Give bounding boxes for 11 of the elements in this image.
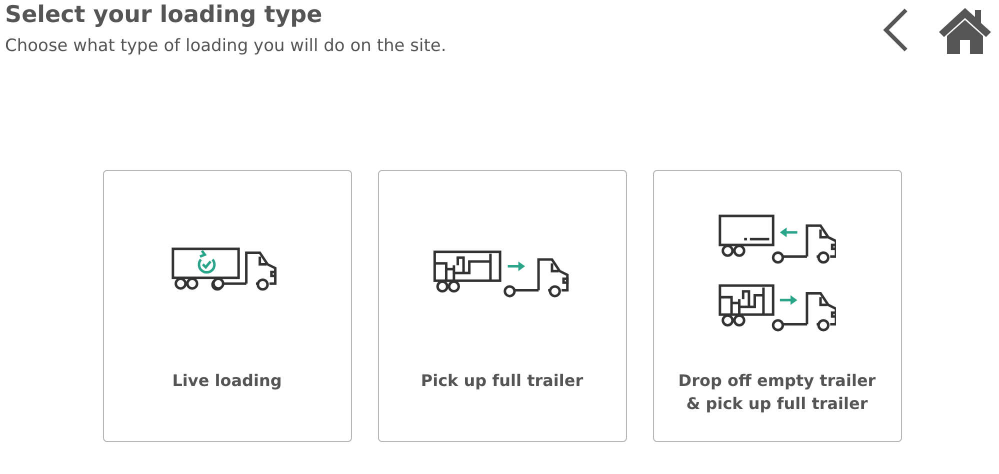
- back-button[interactable]: [883, 8, 909, 52]
- loading-type-label: Drop off empty trailer & pick up full trailer: [677, 370, 877, 415]
- trailer-swap-icon: [718, 214, 836, 332]
- page-subtitle: Choose what type of loading you will do on the site.: [5, 36, 446, 56]
- page-title: Select your loading type: [5, 2, 324, 28]
- home-button[interactable]: [937, 6, 993, 54]
- loading-type-card[interactable]: Pick up full trailer: [378, 170, 626, 442]
- loading-type-label: Pick up full trailer: [420, 370, 584, 392]
- loading-type-card[interactable]: Live loading: [102, 170, 352, 442]
- loading-type-label: Live loading: [172, 370, 282, 392]
- loading-type-card[interactable]: Drop off empty trailer & pick up full trailer: [652, 170, 902, 442]
